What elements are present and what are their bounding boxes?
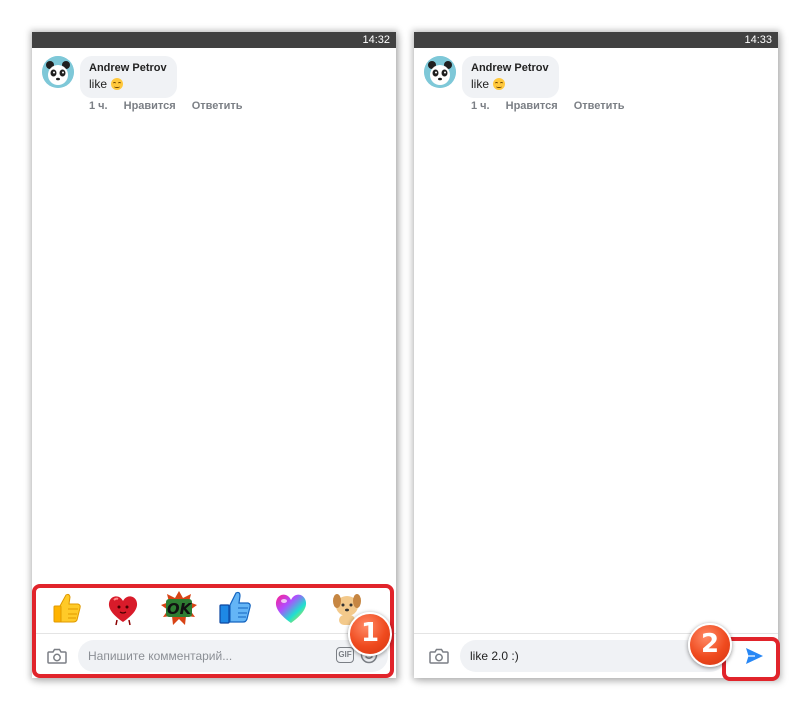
comment-text-value: like	[471, 77, 490, 91]
comment-text-value: like	[89, 77, 108, 91]
status-time: 14:33	[744, 34, 772, 46]
step-number: 2	[700, 629, 720, 659]
comment-meta: 1 ч. Нравится Ответить	[471, 100, 625, 112]
phone-screen-right: 14:33 Andrew Petrov like 1 ч. Нравится О…	[414, 32, 778, 678]
status-bar: 14:33	[414, 32, 778, 48]
sticker-area-highlight	[32, 584, 394, 678]
like-link[interactable]: Нравится	[124, 100, 176, 112]
smiling-face-icon	[493, 78, 506, 90]
step-badge-1: 1	[348, 612, 392, 656]
comment-author[interactable]: Andrew Petrov	[89, 61, 167, 75]
phone-screen-left: 14:32 Andrew Petrov like 1 ч. Нравится О…	[32, 32, 396, 678]
status-bar: 14:32	[32, 32, 396, 48]
comment-author[interactable]: Andrew Petrov	[471, 61, 549, 75]
comment-meta: 1 ч. Нравится Ответить	[89, 100, 243, 112]
avatar[interactable]	[424, 56, 456, 88]
camera-icon[interactable]	[428, 645, 450, 667]
comment-text: like	[471, 75, 549, 93]
comment-time: 1 ч.	[471, 100, 490, 112]
step-badge-2: 2	[688, 623, 732, 667]
smiling-face-icon	[111, 78, 124, 90]
comment-input-value: like 2.0 :)	[470, 649, 519, 663]
reply-link[interactable]: Ответить	[574, 100, 625, 112]
comment-bubble: Andrew Petrov like	[462, 56, 559, 98]
comment-text: like	[89, 75, 167, 93]
comment-input[interactable]: like 2.0 :)	[460, 640, 726, 672]
status-time: 14:32	[362, 34, 390, 46]
reply-link[interactable]: Ответить	[192, 100, 243, 112]
step-number: 1	[360, 618, 380, 648]
comment-time: 1 ч.	[89, 100, 108, 112]
comment-bubble: Andrew Petrov like	[80, 56, 177, 98]
avatar[interactable]	[42, 56, 74, 88]
like-link[interactable]: Нравится	[506, 100, 558, 112]
